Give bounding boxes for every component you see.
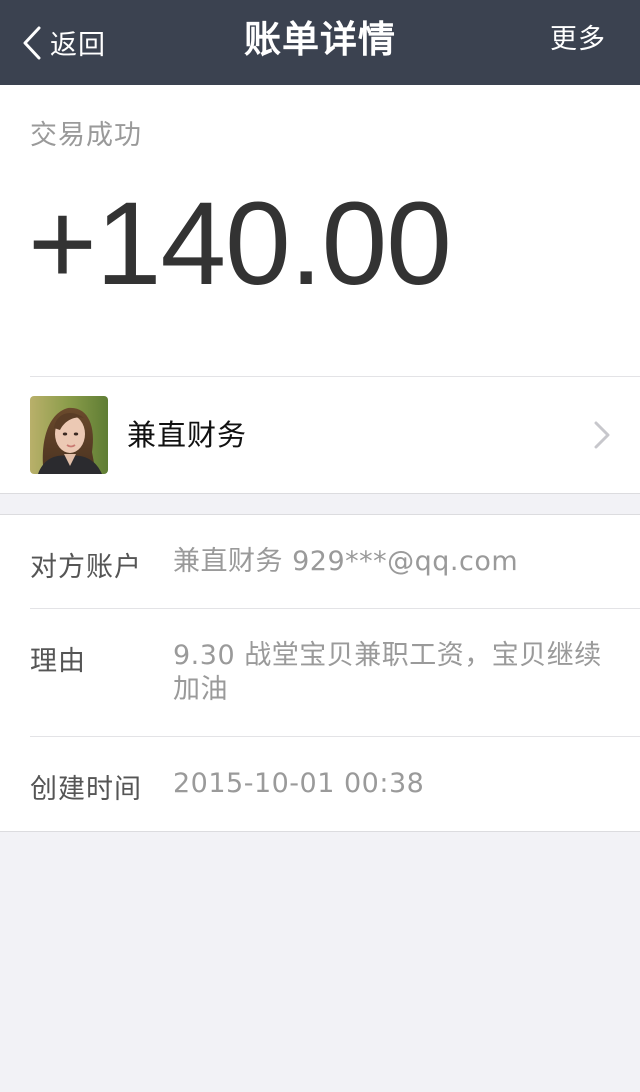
reason-label: 理由 bbox=[30, 646, 86, 677]
chevron-right-icon bbox=[594, 421, 610, 449]
detail-row-account: 对方账户 兼直财务 929***@qq.com bbox=[0, 515, 640, 608]
created-time-value: 2015-10-01 00:38 bbox=[173, 768, 425, 799]
reason-value: 9.30 战堂宝贝兼职工资，宝贝继续加油 bbox=[173, 640, 602, 705]
navigation-bar: 返回 账单详情 更多 bbox=[0, 0, 640, 85]
account-value: 兼直财务 929***@qq.com bbox=[173, 546, 519, 577]
transaction-amount: +140.00 bbox=[28, 178, 452, 310]
account-label: 对方账户 bbox=[30, 552, 142, 583]
created-time-label: 创建时间 bbox=[30, 774, 142, 805]
more-button[interactable]: 更多 bbox=[550, 0, 606, 80]
avatar[interactable] bbox=[30, 396, 108, 474]
transaction-details: 对方账户 兼直财务 929***@qq.com 理由 9.30 战堂宝贝兼职工资… bbox=[0, 514, 640, 832]
detail-row-reason: 理由 9.30 战堂宝贝兼职工资，宝贝继续加油 bbox=[0, 609, 640, 736]
detail-row-created-time: 创建时间 2015-10-01 00:38 bbox=[0, 737, 640, 831]
payer-row[interactable]: 兼直财务 bbox=[0, 377, 640, 493]
transaction-status: 交易成功 bbox=[30, 120, 142, 151]
transaction-summary: 交易成功 +140.00 兼直财务 bbox=[0, 85, 640, 494]
page-title: 账单详情 bbox=[244, 18, 396, 61]
payer-name: 兼直财务 bbox=[127, 418, 248, 452]
